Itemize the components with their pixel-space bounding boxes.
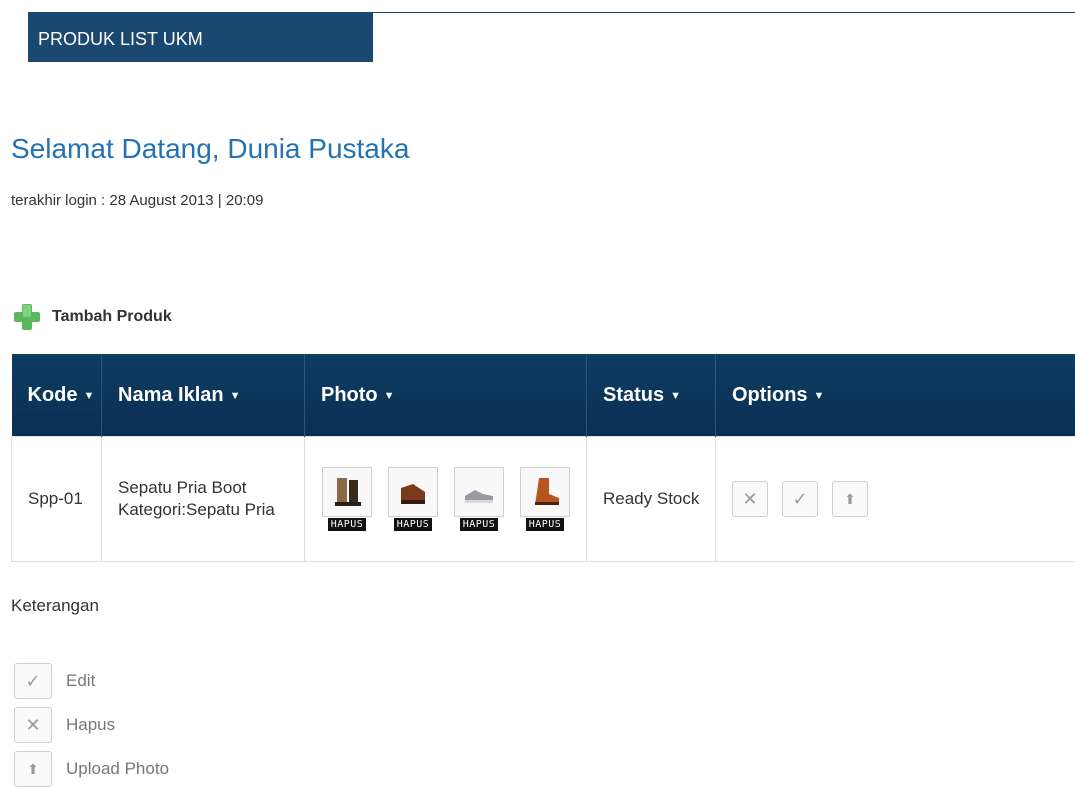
sneaker-photo-icon[interactable]: [454, 467, 504, 517]
column-header-kode[interactable]: Kode ▼: [11, 354, 102, 437]
upload-photo-button[interactable]: ⬆: [832, 481, 868, 517]
legend-item-upload-photo: ⬆ Upload Photo: [14, 751, 169, 787]
legend-title: Keterangan: [11, 596, 99, 615]
product-table: Kode ▼ Nama Iklan ▼ Photo ▼ Status ▼ Options…: [11, 354, 1075, 562]
boot-photo-icon[interactable]: [520, 467, 570, 517]
delete-photo-button[interactable]: HAPUS: [525, 518, 565, 531]
edit-button[interactable]: ✓: [782, 481, 818, 517]
delete-photo-button[interactable]: HAPUS: [393, 518, 433, 531]
close-icon: ✕: [14, 707, 52, 743]
add-product-button[interactable]: Tambah Produk: [12, 302, 172, 332]
delete-photo-button[interactable]: HAPUS: [459, 518, 499, 531]
photo-item: HAPUS: [387, 467, 439, 531]
last-login-text: terakhir login : 28 August 2013 | 20:09: [11, 192, 264, 209]
product-name: Sepatu Pria Boot: [118, 478, 247, 497]
delete-photo-button[interactable]: HAPUS: [327, 518, 367, 531]
caret-down-icon: ▼: [83, 389, 95, 402]
legend-label: Edit: [66, 671, 96, 690]
cell-options: ✕ ✓ ⬆: [715, 436, 1075, 562]
table-header-row: Kode ▼ Nama Iklan ▼ Photo ▼ Status ▼ Options…: [11, 354, 1075, 437]
arrow-up-icon: ⬆: [14, 751, 52, 787]
product-category: Kategori:Sepatu Pria: [118, 500, 275, 519]
column-header-options[interactable]: Options ▼: [715, 354, 1075, 437]
page-header: PRODUK LIST UKM: [28, 12, 373, 62]
legend-label: Upload Photo: [66, 759, 170, 778]
arrow-up-icon: ⬆: [844, 490, 856, 507]
caret-down-icon: ▼: [383, 389, 395, 402]
caret-down-icon: ▼: [670, 389, 682, 402]
boot-photo-icon[interactable]: [388, 467, 438, 517]
boot-photo-icon[interactable]: [322, 467, 372, 517]
photo-item: HAPUS: [321, 467, 373, 531]
caret-down-icon: ▼: [229, 389, 241, 402]
check-icon: ✓: [792, 488, 808, 509]
legend-label: Hapus: [66, 715, 116, 734]
legend-item-hapus: ✕ Hapus: [14, 707, 115, 743]
cell-kode: Spp-01: [11, 436, 102, 562]
photo-item: HAPUS: [519, 467, 571, 531]
delete-button[interactable]: ✕: [732, 481, 768, 517]
table-row: Spp-01 Sepatu Pria Boot Kategori:Sepatu …: [11, 436, 1075, 562]
column-header-status[interactable]: Status ▼: [586, 354, 716, 437]
cell-nama-iklan: Sepatu Pria Boot Kategori:Sepatu Pria: [101, 436, 305, 562]
welcome-heading: Selamat Datang, Dunia Pustaka: [11, 133, 410, 164]
column-header-nama-iklan[interactable]: Nama Iklan ▼: [101, 354, 305, 437]
photo-item: HAPUS: [453, 467, 505, 531]
cell-status: Ready Stock: [586, 436, 716, 562]
check-icon: ✓: [14, 663, 52, 699]
plus-icon: [14, 304, 40, 330]
header-title: PRODUK LIST UKM: [38, 29, 203, 49]
close-icon: ✕: [742, 488, 758, 509]
caret-down-icon: ▼: [813, 389, 825, 402]
column-header-photo[interactable]: Photo ▼: [304, 354, 587, 437]
add-product-label: Tambah Produk: [52, 308, 172, 325]
cell-photo: HAPUS HAPUS HAPUS HAPUS: [304, 436, 587, 562]
legend-item-edit: ✓ Edit: [14, 663, 95, 699]
